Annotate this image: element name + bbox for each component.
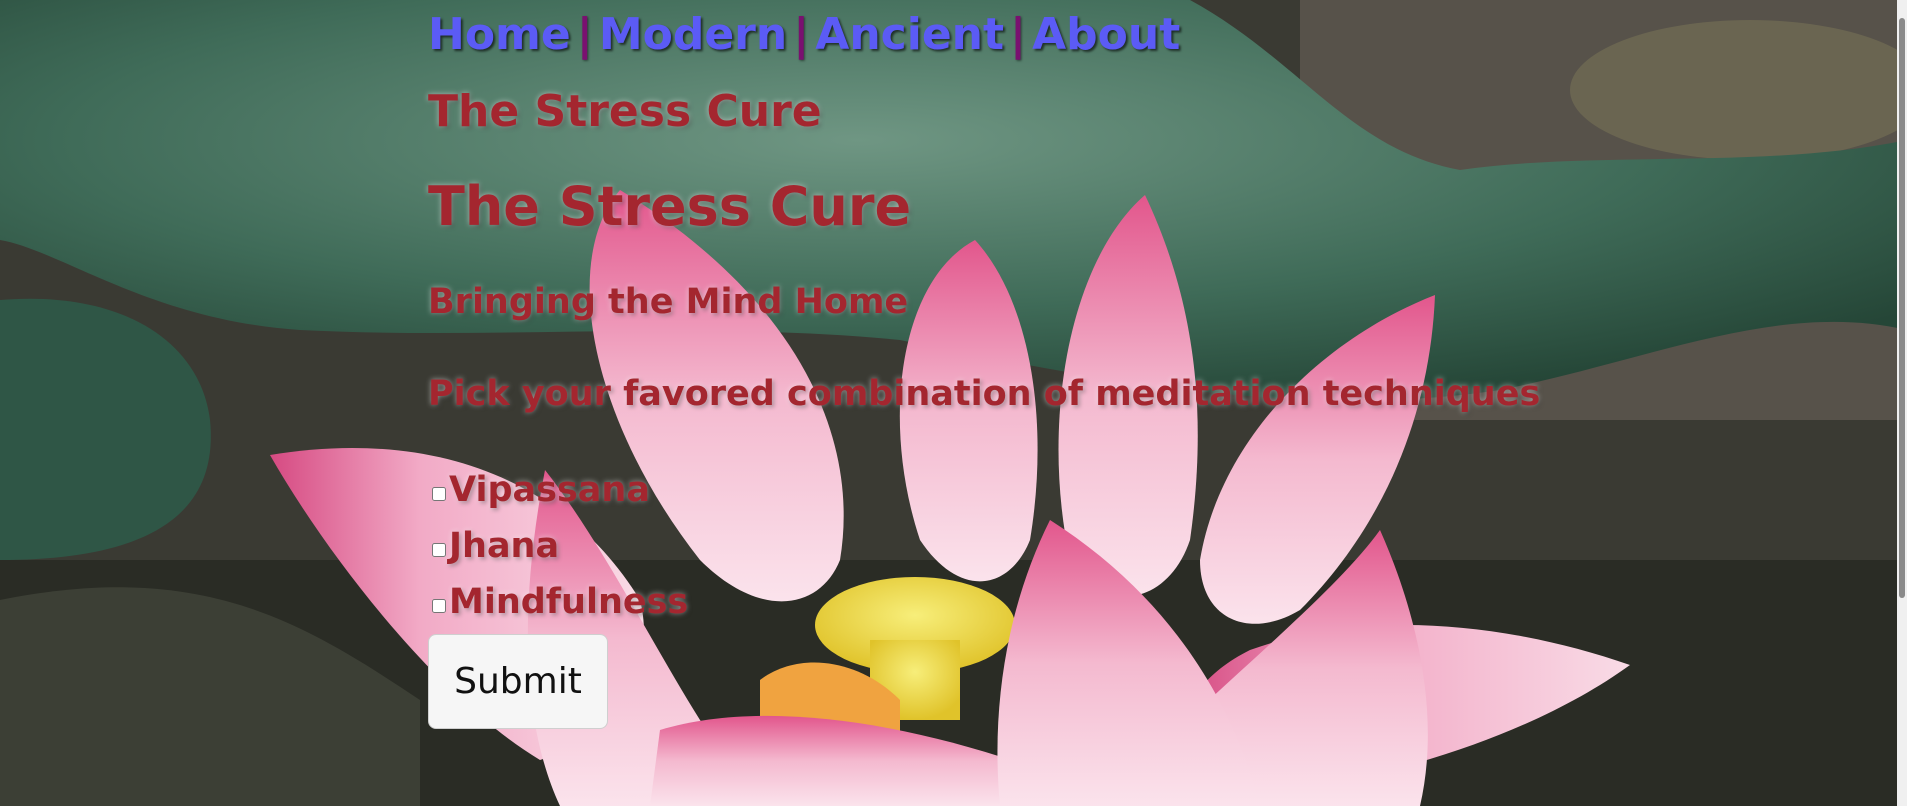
checkbox-vipassana[interactable] [432, 487, 446, 501]
top-nav: Home | Modern | Ancient | About [428, 0, 1540, 70]
scrollbar-thumb[interactable] [1899, 18, 1905, 598]
page-subheading: Bringing the Mind Home [428, 282, 909, 322]
nav-separator: | [793, 9, 810, 60]
technique-prompt: Pick your favored combination of meditat… [428, 374, 1541, 414]
option-jhana: Jhana [428, 518, 1540, 574]
nav-link-home[interactable]: Home [428, 9, 571, 60]
option-label: Vipassana [449, 470, 650, 510]
nav-separator: | [576, 9, 593, 60]
nav-link-ancient[interactable]: Ancient [815, 9, 1004, 60]
nav-link-modern[interactable]: Modern [599, 9, 787, 60]
checkbox-mindfulness[interactable] [432, 599, 446, 613]
nav-link-about[interactable]: About [1032, 9, 1180, 60]
option-mindfulness: Mindfulness [428, 574, 1540, 630]
option-label: Jhana [449, 526, 560, 566]
technique-form: Vipassana Jhana Mindfulness Submit [428, 462, 1540, 729]
site-title: The Stress Cure [428, 86, 822, 137]
checkbox-jhana[interactable] [432, 543, 446, 557]
submit-button[interactable]: Submit [428, 634, 608, 729]
nav-separator: | [1010, 9, 1027, 60]
page-content: Home | Modern | Ancient | About The Stress Cur… [428, 0, 1540, 729]
option-label: Mindfulness [449, 582, 689, 622]
option-vipassana: Vipassana [428, 462, 1540, 518]
page-heading: The Stress Cure [428, 175, 912, 238]
vertical-scrollbar[interactable] [1897, 0, 1907, 806]
